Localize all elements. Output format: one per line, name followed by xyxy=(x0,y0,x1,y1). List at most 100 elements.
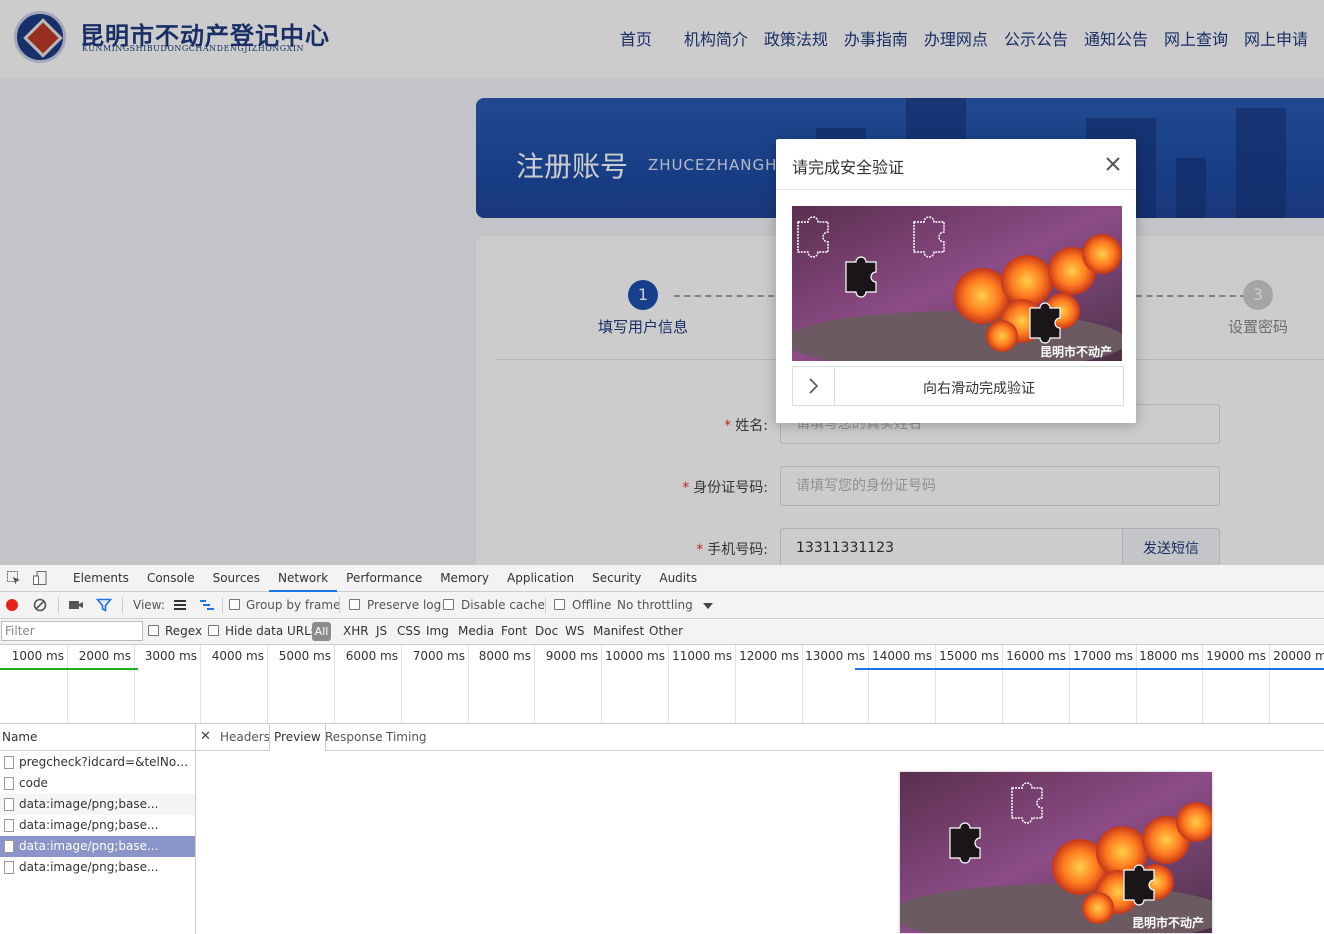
request-name: data:image/png;base... xyxy=(19,860,159,874)
type-filter-other[interactable]: Other xyxy=(649,624,683,638)
request-row[interactable]: data:image/png;base... xyxy=(0,836,195,857)
record-icon[interactable] xyxy=(4,597,20,613)
timeline-tick-label: 4000 ms xyxy=(211,649,264,663)
tab-security[interactable]: Security xyxy=(583,565,650,592)
name-column-header[interactable]: Name xyxy=(0,724,195,751)
chevron-right-icon xyxy=(809,378,819,394)
detail-tabs: ✕ Headers Preview Response Timing xyxy=(196,724,1324,751)
image-file-icon xyxy=(4,861,14,874)
timeline-tick-label: 17000 ms xyxy=(1073,649,1133,663)
document-file-icon xyxy=(4,777,14,790)
preview-image: 昆明市不动产 xyxy=(900,772,1212,933)
timeline-gridline xyxy=(1069,645,1070,723)
tab-console[interactable]: Console xyxy=(138,565,204,592)
network-timeline-overview[interactable]: 1000 ms 2000 ms 3000 ms 4000 ms 5000 ms 6000 … xyxy=(0,645,1324,724)
close-icon[interactable]: ✕ xyxy=(200,729,211,744)
timeline-gridline xyxy=(1136,645,1137,723)
request-row[interactable]: code xyxy=(0,773,195,794)
timeline-gridline xyxy=(1269,645,1270,723)
image-file-icon xyxy=(4,798,14,811)
camera-icon[interactable] xyxy=(68,597,84,613)
timeline-gridline xyxy=(267,645,268,723)
filter-input[interactable] xyxy=(1,621,143,641)
timeline-gridline xyxy=(668,645,669,723)
large-rows-icon[interactable] xyxy=(172,597,188,613)
timeline-tick-label: 5000 ms xyxy=(278,649,331,663)
type-filter-doc[interactable]: Doc xyxy=(535,624,558,638)
request-row[interactable]: data:image/png;base... xyxy=(0,794,195,815)
captcha-puzzle-image: 昆明市不动产 xyxy=(792,206,1122,361)
devtools-tabs: Elements Console Sources Network Perform… xyxy=(64,565,706,592)
timeline-tick-label: 13000 ms xyxy=(805,649,865,663)
timeline-tick-label: 10000 ms xyxy=(605,649,665,663)
timeline-tick-label: 7000 ms xyxy=(412,649,465,663)
devtools-tabbar: Elements Console Sources Network Perform… xyxy=(0,565,1324,592)
timeline-gridline xyxy=(401,645,402,723)
tab-memory[interactable]: Memory xyxy=(431,565,498,592)
tab-sources[interactable]: Sources xyxy=(204,565,269,592)
timeline-tick-label: 15000 ms xyxy=(939,649,999,663)
image-file-icon xyxy=(4,819,14,832)
disable-cache-checkbox[interactable] xyxy=(443,599,454,610)
type-filter-xhr[interactable]: XHR xyxy=(343,624,369,638)
type-filter-js[interactable]: JS xyxy=(376,624,387,638)
request-row[interactable]: data:image/png;base... xyxy=(0,815,195,836)
captcha-slider-track[interactable]: 向右滑动完成验证 xyxy=(792,366,1124,406)
throttling-select[interactable]: No throttling xyxy=(617,598,693,612)
hide-data-urls-checkbox[interactable] xyxy=(208,625,219,636)
offline-checkbox[interactable] xyxy=(554,599,565,610)
regex-label: Regex xyxy=(165,624,203,638)
tab-application[interactable]: Application xyxy=(498,565,583,592)
timeline-gridline xyxy=(935,645,936,723)
request-name: code xyxy=(19,776,48,790)
group-by-frame-checkbox[interactable] xyxy=(229,599,240,610)
tab-audits[interactable]: Audits xyxy=(650,565,706,592)
timeline-tick-label: 3000 ms xyxy=(144,649,197,663)
dropdown-arrow-icon[interactable] xyxy=(700,598,716,614)
request-detail-pane: ✕ Headers Preview Response Timing 昆明市不动产 xyxy=(196,724,1324,934)
clear-icon[interactable] xyxy=(32,597,48,613)
waterfall-icon[interactable] xyxy=(199,597,215,613)
preserve-log-checkbox[interactable] xyxy=(349,599,360,610)
type-filter-font[interactable]: Font xyxy=(501,624,527,638)
tab-timing[interactable]: Timing xyxy=(382,724,431,751)
type-filter-media[interactable]: Media xyxy=(458,624,494,638)
hide-data-urls-label: Hide data URLs xyxy=(225,624,318,638)
tab-headers[interactable]: Headers xyxy=(216,724,274,751)
timeline-tick-label: 18000 ms xyxy=(1139,649,1199,663)
image-file-icon xyxy=(4,840,14,853)
filter-icon[interactable] xyxy=(96,597,112,613)
request-name: pregcheck?idcard=&telNo=13... xyxy=(19,755,195,769)
type-filter-ws[interactable]: WS xyxy=(565,624,584,638)
disable-cache-label: Disable cache xyxy=(461,598,545,612)
devtools-panel: Elements Console Sources Network Perform… xyxy=(0,565,1324,934)
timeline-tick-label: 1000 ms xyxy=(11,649,64,663)
tab-performance[interactable]: Performance xyxy=(337,565,431,592)
tab-elements[interactable]: Elements xyxy=(64,565,138,592)
inspect-element-icon[interactable] xyxy=(6,570,22,586)
timeline-gridline xyxy=(534,645,535,723)
timeline-tick-label: 9000 ms xyxy=(545,649,598,663)
captcha-dialog: 请完成安全验证 昆明市不动产 向右滑动完成验证 xyxy=(776,139,1136,423)
timeline-tick-label: 8000 ms xyxy=(478,649,531,663)
request-row[interactable]: data:image/png;base... xyxy=(0,857,195,878)
timeline-gridline xyxy=(468,645,469,723)
slider-handle[interactable] xyxy=(793,367,835,405)
timeline-tick-label: 16000 ms xyxy=(1006,649,1066,663)
request-row[interactable]: pregcheck?idcard=&telNo=13... xyxy=(0,752,195,773)
timeline-gridline xyxy=(802,645,803,723)
type-filter-img[interactable]: Img xyxy=(426,624,449,638)
tab-preview[interactable]: Preview xyxy=(269,724,326,751)
type-filter-css[interactable]: CSS xyxy=(397,624,421,638)
timeline-tick-label: 11000 ms xyxy=(672,649,732,663)
device-toolbar-icon[interactable] xyxy=(32,570,48,586)
tab-network[interactable]: Network xyxy=(269,565,338,592)
tab-response[interactable]: Response xyxy=(321,724,387,751)
timeline-tick-label: 19000 ms xyxy=(1206,649,1266,663)
type-filter-all[interactable]: All xyxy=(312,622,331,641)
regex-checkbox[interactable] xyxy=(148,625,159,636)
close-icon[interactable] xyxy=(1102,153,1124,175)
timeline-tick-label: 12000 ms xyxy=(739,649,799,663)
request-name: data:image/png;base... xyxy=(19,797,159,811)
type-filter-manifest[interactable]: Manifest xyxy=(593,624,644,638)
